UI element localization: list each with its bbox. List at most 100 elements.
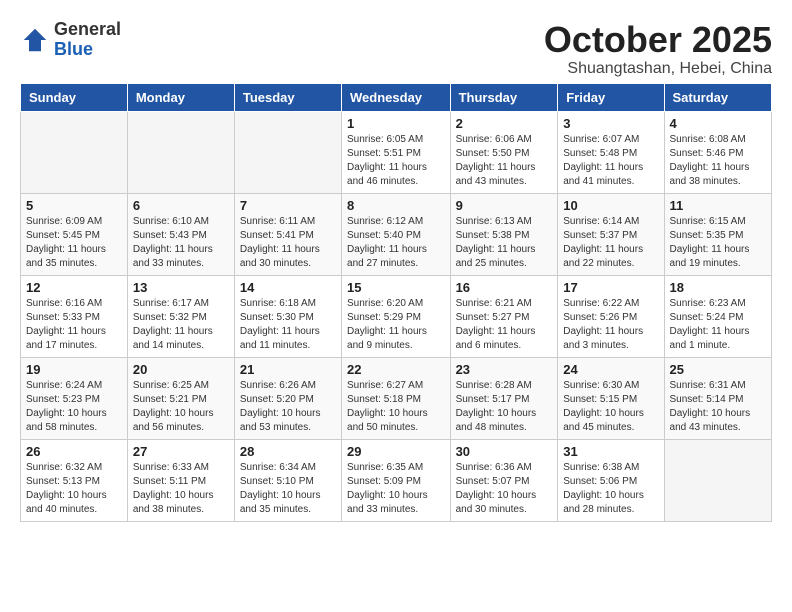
title-section: October 2025 Shuangtashan, Hebei, China — [544, 20, 772, 78]
day-info: Sunrise: 6:09 AM Sunset: 5:45 PM Dayligh… — [26, 215, 122, 271]
weekday-header-wednesday: Wednesday — [342, 83, 451, 111]
day-number: 14 — [240, 280, 336, 295]
calendar-cell: 18 Sunrise: 6:23 AM Sunset: 5:24 PM Dayli… — [664, 275, 771, 357]
weekday-header-thursday: Thursday — [450, 83, 558, 111]
calendar-cell: 11Sunrise: 6:15 AM Sunset: 5:35 PM Dayli… — [664, 193, 771, 275]
calendar-cell: 10 Sunrise: 6:14 AM Sunset: 5:37 PM Dayli… — [558, 193, 664, 275]
day-info: Sunrise: 6:07 AM Sunset: 5:48 PM Dayligh… — [563, 133, 658, 189]
logo-general-text: General — [54, 20, 121, 40]
weekday-header-row: SundayMondayTuesdayWednesdayThursdayFrid… — [21, 83, 772, 111]
calendar-cell: 29Sunrise: 6:35 AM Sunset: 5:09 PM Dayli… — [342, 439, 451, 521]
day-info: Sunrise: 6:16 AM Sunset: 5:33 PM Dayligh… — [26, 297, 122, 353]
day-number: 28 — [240, 444, 336, 459]
logo-blue-text: Blue — [54, 40, 121, 60]
day-number: 2 — [456, 116, 553, 131]
calendar-table: SundayMondayTuesdayWednesdayThursdayFrid… — [20, 83, 772, 522]
day-number: 16 — [456, 280, 553, 295]
calendar-cell: 7Sunrise: 6:11 AM Sunset: 5:41 PM Daylig… — [234, 193, 341, 275]
weekday-header-friday: Friday — [558, 83, 664, 111]
day-number: 9 — [456, 198, 553, 213]
calendar-cell: 27 Sunrise: 6:33 AM Sunset: 5:11 PM Dayli… — [127, 439, 234, 521]
calendar-cell — [664, 439, 771, 521]
day-info: Sunrise: 6:33 AM Sunset: 5:11 PM Dayligh… — [133, 461, 229, 517]
day-info: Sunrise: 6:10 AM Sunset: 5:43 PM Dayligh… — [133, 215, 229, 271]
calendar-cell: 21Sunrise: 6:26 AM Sunset: 5:20 PM Dayli… — [234, 357, 341, 439]
day-number: 31 — [563, 444, 658, 459]
calendar-cell: 20Sunrise: 6:25 AM Sunset: 5:21 PM Dayli… — [127, 357, 234, 439]
calendar-cell: 17 Sunrise: 6:22 AM Sunset: 5:26 PM Dayli… — [558, 275, 664, 357]
day-info: Sunrise: 6:20 AM Sunset: 5:29 PM Dayligh… — [347, 297, 445, 353]
day-info: Sunrise: 6:17 AM Sunset: 5:32 PM Dayligh… — [133, 297, 229, 353]
calendar-cell: 25 Sunrise: 6:31 AM Sunset: 5:14 PM Dayli… — [664, 357, 771, 439]
day-number: 3 — [563, 116, 658, 131]
weekday-header-tuesday: Tuesday — [234, 83, 341, 111]
month-title: October 2025 — [544, 20, 772, 60]
day-info: Sunrise: 6:38 AM Sunset: 5:06 PM Dayligh… — [563, 461, 658, 517]
calendar-week-1: 1 Sunrise: 6:05 AM Sunset: 5:51 PM Daylig… — [21, 111, 772, 193]
calendar-cell — [127, 111, 234, 193]
calendar-cell: 26Sunrise: 6:32 AM Sunset: 5:13 PM Dayli… — [21, 439, 128, 521]
day-number: 27 — [133, 444, 229, 459]
day-info: Sunrise: 6:24 AM Sunset: 5:23 PM Dayligh… — [26, 379, 122, 435]
calendar-cell: 31 Sunrise: 6:38 AM Sunset: 5:06 PM Dayli… — [558, 439, 664, 521]
day-info: Sunrise: 6:30 AM Sunset: 5:15 PM Dayligh… — [563, 379, 658, 435]
day-number: 23 — [456, 362, 553, 377]
calendar-cell: 28 Sunrise: 6:34 AM Sunset: 5:10 PM Dayli… — [234, 439, 341, 521]
calendar-cell: 2 Sunrise: 6:06 AM Sunset: 5:50 PM Daylig… — [450, 111, 558, 193]
day-number: 15 — [347, 280, 445, 295]
day-number: 1 — [347, 116, 445, 131]
day-number: 26 — [26, 444, 122, 459]
day-number: 29 — [347, 444, 445, 459]
day-number: 5 — [26, 198, 122, 213]
day-info: Sunrise: 6:22 AM Sunset: 5:26 PM Dayligh… — [563, 297, 658, 353]
calendar-cell: 9 Sunrise: 6:13 AM Sunset: 5:38 PM Daylig… — [450, 193, 558, 275]
calendar-cell — [234, 111, 341, 193]
calendar-cell: 6 Sunrise: 6:10 AM Sunset: 5:43 PM Daylig… — [127, 193, 234, 275]
day-info: Sunrise: 6:08 AM Sunset: 5:46 PM Dayligh… — [670, 133, 766, 189]
logo-text: General Blue — [54, 20, 121, 60]
day-info: Sunrise: 6:36 AM Sunset: 5:07 PM Dayligh… — [456, 461, 553, 517]
day-info: Sunrise: 6:12 AM Sunset: 5:40 PM Dayligh… — [347, 215, 445, 271]
day-info: Sunrise: 6:26 AM Sunset: 5:20 PM Dayligh… — [240, 379, 336, 435]
calendar-cell: 1 Sunrise: 6:05 AM Sunset: 5:51 PM Daylig… — [342, 111, 451, 193]
day-number: 19 — [26, 362, 122, 377]
calendar-cell: 12Sunrise: 6:16 AM Sunset: 5:33 PM Dayli… — [21, 275, 128, 357]
day-number: 18 — [670, 280, 766, 295]
day-info: Sunrise: 6:28 AM Sunset: 5:17 PM Dayligh… — [456, 379, 553, 435]
calendar-week-2: 5 Sunrise: 6:09 AM Sunset: 5:45 PM Daylig… — [21, 193, 772, 275]
calendar-cell: 16 Sunrise: 6:21 AM Sunset: 5:27 PM Dayli… — [450, 275, 558, 357]
day-number: 4 — [670, 116, 766, 131]
day-number: 6 — [133, 198, 229, 213]
day-number: 17 — [563, 280, 658, 295]
logo-icon — [20, 25, 50, 55]
calendar-cell: 30 Sunrise: 6:36 AM Sunset: 5:07 PM Dayli… — [450, 439, 558, 521]
day-info: Sunrise: 6:23 AM Sunset: 5:24 PM Dayligh… — [670, 297, 766, 353]
day-info: Sunrise: 6:15 AM Sunset: 5:35 PM Dayligh… — [670, 215, 766, 271]
day-info: Sunrise: 6:31 AM Sunset: 5:14 PM Dayligh… — [670, 379, 766, 435]
calendar-cell: 4 Sunrise: 6:08 AM Sunset: 5:46 PM Daylig… — [664, 111, 771, 193]
day-info: Sunrise: 6:21 AM Sunset: 5:27 PM Dayligh… — [456, 297, 553, 353]
logo: General Blue — [20, 20, 121, 60]
day-info: Sunrise: 6:05 AM Sunset: 5:51 PM Dayligh… — [347, 133, 445, 189]
weekday-header-saturday: Saturday — [664, 83, 771, 111]
day-number: 22 — [347, 362, 445, 377]
day-number: 7 — [240, 198, 336, 213]
calendar-cell — [21, 111, 128, 193]
day-info: Sunrise: 6:25 AM Sunset: 5:21 PM Dayligh… — [133, 379, 229, 435]
day-number: 30 — [456, 444, 553, 459]
day-info: Sunrise: 6:13 AM Sunset: 5:38 PM Dayligh… — [456, 215, 553, 271]
day-info: Sunrise: 6:34 AM Sunset: 5:10 PM Dayligh… — [240, 461, 336, 517]
day-info: Sunrise: 6:14 AM Sunset: 5:37 PM Dayligh… — [563, 215, 658, 271]
day-number: 8 — [347, 198, 445, 213]
calendar-cell: 13Sunrise: 6:17 AM Sunset: 5:32 PM Dayli… — [127, 275, 234, 357]
day-number: 10 — [563, 198, 658, 213]
calendar-week-4: 19 Sunrise: 6:24 AM Sunset: 5:23 PM Dayli… — [21, 357, 772, 439]
calendar-cell: 5 Sunrise: 6:09 AM Sunset: 5:45 PM Daylig… — [21, 193, 128, 275]
day-number: 25 — [670, 362, 766, 377]
calendar-cell: 14Sunrise: 6:18 AM Sunset: 5:30 PM Dayli… — [234, 275, 341, 357]
calendar-cell: 15 Sunrise: 6:20 AM Sunset: 5:29 PM Dayli… — [342, 275, 451, 357]
day-number: 24 — [563, 362, 658, 377]
day-info: Sunrise: 6:27 AM Sunset: 5:18 PM Dayligh… — [347, 379, 445, 435]
calendar-cell: 8 Sunrise: 6:12 AM Sunset: 5:40 PM Daylig… — [342, 193, 451, 275]
day-info: Sunrise: 6:06 AM Sunset: 5:50 PM Dayligh… — [456, 133, 553, 189]
